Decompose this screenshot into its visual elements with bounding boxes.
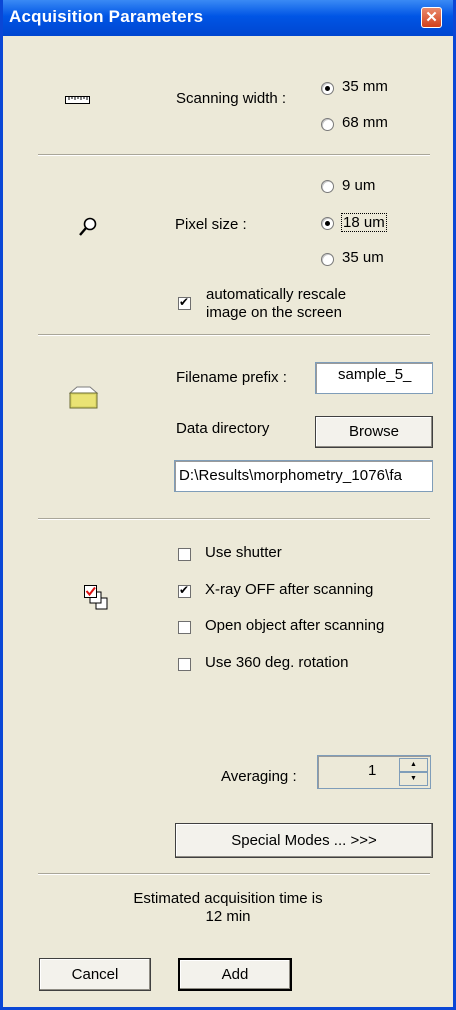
ruler-icon: [65, 93, 91, 111]
filename-prefix-input[interactable]: sample_5_: [315, 362, 433, 394]
filename-prefix-label: Filename prefix :: [176, 369, 287, 386]
radio-35mm-label[interactable]: 35 mm: [342, 78, 388, 95]
rescale-label-line2[interactable]: image on the screen: [206, 304, 342, 321]
checkbox-options-icon: [84, 585, 110, 618]
xray-off-checkbox[interactable]: [178, 583, 191, 598]
radio-35um-label[interactable]: 35 um: [342, 249, 384, 266]
xray-off-label[interactable]: X-ray OFF after scanning: [205, 581, 373, 598]
separator: [38, 518, 430, 520]
separator: [38, 873, 430, 875]
spin-up-icon: ▲: [410, 761, 417, 768]
separator: [38, 334, 430, 336]
averaging-spin-up[interactable]: ▲: [399, 758, 428, 772]
averaging-value: 1: [368, 762, 377, 779]
use-shutter-checkbox[interactable]: [178, 548, 191, 561]
radio-35mm[interactable]: [321, 82, 334, 95]
separator: [38, 154, 430, 156]
use-shutter-label[interactable]: Use shutter: [205, 544, 282, 561]
close-button[interactable]: ✕: [421, 7, 442, 28]
cancel-button[interactable]: Cancel: [39, 958, 151, 991]
radio-68mm[interactable]: [321, 118, 334, 131]
use-360-rotation-checkbox[interactable]: [178, 658, 191, 671]
radio-68mm-label[interactable]: 68 mm: [342, 114, 388, 131]
browse-button[interactable]: Browse: [315, 416, 433, 448]
acquisition-parameters-dialog: Acquisition Parameters ✕ Scanning width …: [0, 0, 456, 1010]
add-button[interactable]: Add: [178, 958, 292, 991]
spin-down-icon: ▼: [410, 775, 417, 782]
rescale-label-line1[interactable]: automatically rescale: [206, 286, 346, 303]
radio-35um[interactable]: [321, 253, 334, 266]
averaging-spin-down[interactable]: ▼: [399, 772, 428, 786]
estimated-time-line1: Estimated acquisition time is: [133, 890, 323, 907]
scanning-width-label: Scanning width :: [176, 90, 287, 107]
rescale-checkbox[interactable]: [178, 295, 191, 310]
folder-icon: [68, 386, 99, 415]
open-object-label[interactable]: Open object after scanning: [205, 617, 384, 634]
pixel-size-label: Pixel size :: [175, 216, 247, 233]
estimated-time-text: Estimated acquisition time is 12 min: [3, 890, 453, 926]
data-directory-label: Data directory: [176, 420, 270, 437]
radio-9um-label[interactable]: 9 um: [342, 177, 375, 194]
data-directory-input[interactable]: D:\Results\morphometry_1076\fa: [174, 460, 433, 492]
use-360-rotation-label[interactable]: Use 360 deg. rotation: [205, 654, 348, 671]
radio-18um[interactable]: [321, 217, 334, 230]
title-bar[interactable]: Acquisition Parameters ✕: [3, 0, 453, 36]
special-modes-button[interactable]: Special Modes ... >>>: [175, 823, 433, 858]
radio-18um-label[interactable]: 18 um: [341, 213, 387, 232]
estimated-time-line2: 12 min: [205, 908, 251, 925]
open-object-checkbox[interactable]: [178, 621, 191, 634]
magnifier-icon: [78, 217, 98, 242]
radio-9um[interactable]: [321, 180, 334, 193]
averaging-label: Averaging :: [221, 768, 297, 785]
window-title: Acquisition Parameters: [9, 7, 204, 26]
